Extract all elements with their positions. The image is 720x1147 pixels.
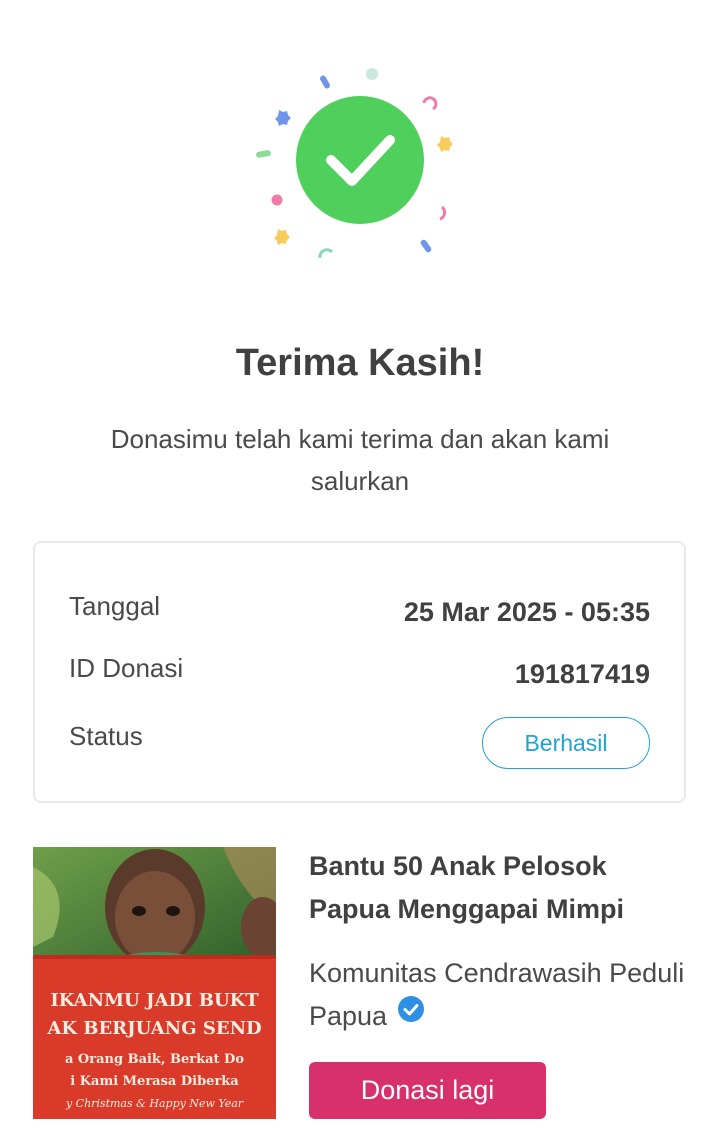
organizer-label: Komunitas Cendrawasih Peduli Papua bbox=[309, 958, 685, 1031]
page-title: Terima Kasih! bbox=[235, 342, 485, 384]
verified-badge-icon bbox=[397, 993, 425, 1036]
donation-id-label: ID Donasi bbox=[69, 653, 184, 683]
donation-id-value: 191817419 bbox=[514, 659, 650, 689]
campaign-image-subtext: a Orang Baik, Berkat Do i Kami Merasa Di… bbox=[64, 1052, 245, 1089]
organizer-name[interactable]: Komunitas Cendrawasih Peduli Papua bbox=[309, 952, 689, 1038]
campaign-image-text: IKANMU JADI BUKT AK BERJUANG SEND bbox=[47, 990, 262, 1039]
date-value: 25 Mar 2025 - 05:35 bbox=[403, 597, 650, 627]
status-badge: Berhasil bbox=[482, 717, 650, 769]
donation-details-card: Tanggal 25 Mar 2025 - 05:35 ID Donasi 19… bbox=[33, 541, 686, 803]
success-illustration bbox=[256, 68, 453, 259]
donate-again-button[interactable]: Donasi lagi bbox=[309, 1062, 546, 1119]
check-circle-icon bbox=[296, 96, 424, 224]
success-message: Donasimu telah kami terima dan akan kami… bbox=[110, 424, 610, 496]
campaign-image[interactable]: IKANMU JADI BUKT AK BERJUANG SEND a Oran… bbox=[33, 847, 276, 1119]
status-label: Status bbox=[69, 721, 143, 751]
campaign-title[interactable]: Bantu 50 Anak Pelosok Papua Menggapai Mi… bbox=[309, 845, 689, 931]
campaign-image-greeting: y Christmas & Happy New Year bbox=[65, 1097, 244, 1110]
date-label: Tanggal bbox=[69, 591, 161, 621]
